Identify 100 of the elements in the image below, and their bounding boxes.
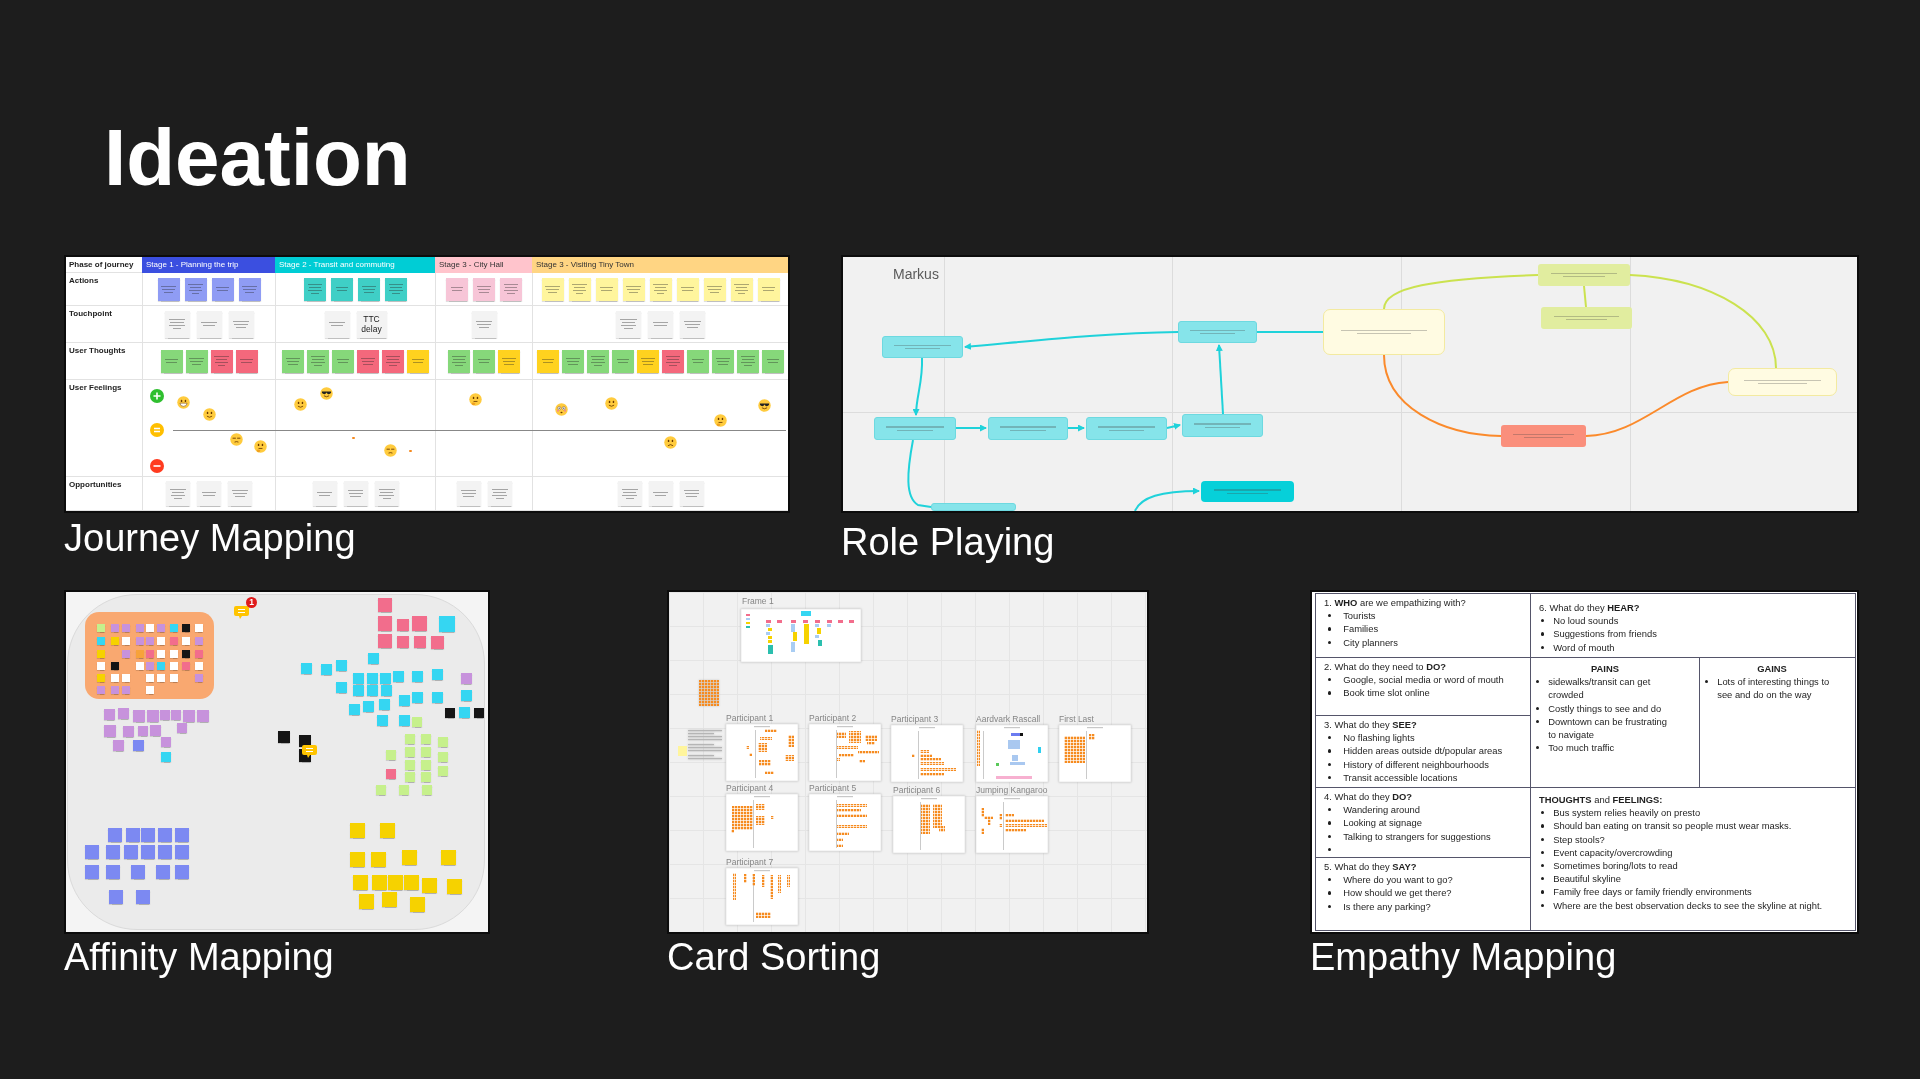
list-item: Downtown can be frustrating to navigate	[1548, 714, 1668, 742]
sticky-note	[124, 845, 138, 859]
list-item: How should we get there?	[1343, 886, 1452, 900]
bullet-icon	[1328, 808, 1332, 812]
connector-arrow	[1134, 487, 1200, 511]
sticky-note	[349, 704, 360, 715]
sticky-note	[158, 845, 172, 859]
list-item: Hidden areas outside dt/popular areas	[1343, 744, 1503, 758]
list-item: Looking at signage	[1343, 816, 1422, 830]
equals-circle-icon	[150, 423, 164, 437]
bullet-icon	[1328, 749, 1332, 753]
section-heading: PAINS	[1591, 662, 1619, 676]
connector-arrow	[912, 357, 924, 416]
sticky-note	[447, 879, 462, 894]
sticky-note	[402, 850, 417, 865]
sticky-note	[141, 845, 155, 859]
section-caption: Card Sorting	[667, 938, 881, 976]
smiling-face-icon	[604, 396, 618, 410]
bullet-icon	[1541, 632, 1545, 636]
section-heading: 1. WHO are we empathizing with?	[1324, 596, 1466, 610]
section-caption: Role Playing	[841, 523, 1055, 561]
smiling-face-icon	[202, 407, 216, 421]
bullet-icon	[1536, 719, 1540, 723]
list-item: Tourists	[1343, 609, 1376, 623]
bullet-icon	[1541, 850, 1545, 854]
list-item: Families	[1343, 622, 1379, 636]
sticky-note	[399, 695, 410, 706]
list-item: sidewalks/transit can get crowded	[1548, 675, 1652, 702]
sticky-note	[367, 673, 378, 684]
list-item: Book time slot online	[1343, 686, 1430, 700]
list-item: Too much traffic	[1548, 741, 1615, 755]
sticky-note	[461, 690, 472, 701]
sticky-note	[445, 708, 455, 718]
sticky-note	[382, 892, 397, 907]
row-label: User Thoughts	[69, 346, 126, 356]
board-label: Aardvark Rascall	[976, 714, 1041, 724]
sunglasses-face-icon	[757, 398, 771, 412]
sticky-note	[133, 710, 145, 722]
sticky-note	[439, 616, 455, 632]
sticky-note	[85, 845, 99, 859]
list-item: Transit accessible locations	[1343, 770, 1458, 784]
flushed-face-icon	[554, 402, 568, 416]
bullet-icon	[1328, 736, 1332, 740]
plus-circle-icon	[150, 389, 164, 403]
bullet-icon	[1328, 821, 1332, 825]
list-item: Sometimes boring/lots to read	[1553, 859, 1678, 873]
board-label: Participant 1	[726, 713, 774, 723]
sticky-note	[399, 715, 410, 726]
stage-header: Stage 3 - Visiting Tiny Town	[532, 257, 788, 273]
grinning-face-icon	[176, 395, 190, 409]
sorting-board-drawing	[976, 725, 1048, 782]
sorting-board-drawing	[1059, 725, 1131, 782]
sticky-note	[367, 685, 378, 696]
comment-icon	[234, 606, 249, 619]
list-item: Step stools?	[1553, 832, 1605, 846]
sticky-note	[377, 715, 388, 726]
list-item: No loud sounds	[1553, 614, 1619, 628]
sticky-note	[380, 673, 391, 684]
section-heading: 2. What do they need to DO?	[1324, 660, 1446, 674]
sticky-note	[109, 890, 123, 904]
bullet-icon	[1328, 762, 1332, 766]
board-label: Participant 6	[893, 785, 941, 795]
bullet-icon	[1328, 614, 1332, 618]
section-caption: Journey Mapping	[64, 519, 356, 557]
sticky-note	[410, 897, 425, 912]
bullet-icon	[1328, 691, 1332, 695]
sticky-note	[131, 865, 145, 879]
list-item: Where do you want to go?	[1343, 873, 1453, 887]
document-drawing	[688, 728, 724, 761]
list-item: Talking to strangers for suggestions	[1343, 829, 1491, 843]
sticky-note	[397, 619, 409, 631]
list-item: Is there any parking?	[1343, 899, 1431, 913]
row-label: User Feelings	[69, 383, 122, 393]
sticky-note	[412, 692, 423, 703]
bullet-icon	[1536, 706, 1540, 710]
list-item: Bus system relies heavily on presto	[1553, 806, 1701, 820]
bullet-icon	[1541, 811, 1545, 815]
sticky-note	[350, 852, 365, 867]
sticky-note	[459, 707, 470, 718]
bullet-icon	[1541, 837, 1545, 841]
board-label: Participant 3	[891, 714, 939, 724]
sorting-board-drawing	[809, 794, 881, 851]
sticky-note	[126, 828, 140, 842]
list-item: Event capacity/overcrowding	[1553, 845, 1673, 859]
connector-line	[1256, 331, 1324, 333]
smiling-face-icon	[293, 397, 307, 411]
unamused-face-icon	[229, 432, 243, 446]
sticky-note	[106, 865, 120, 879]
list-item: Wandering around	[1343, 803, 1420, 817]
section-heading: GAINS	[1757, 662, 1787, 676]
bullet-icon	[1328, 627, 1332, 631]
sticky-note	[388, 875, 403, 890]
connector-line	[907, 439, 932, 508]
sticky-note	[353, 673, 364, 684]
unamused-face-icon	[383, 443, 397, 457]
sticky-note	[104, 725, 116, 737]
sticky-note	[371, 852, 386, 867]
stage-header: Stage 2 - Transit and commuting	[275, 257, 435, 273]
sticky-note	[353, 685, 364, 696]
comment-icon	[302, 745, 317, 758]
